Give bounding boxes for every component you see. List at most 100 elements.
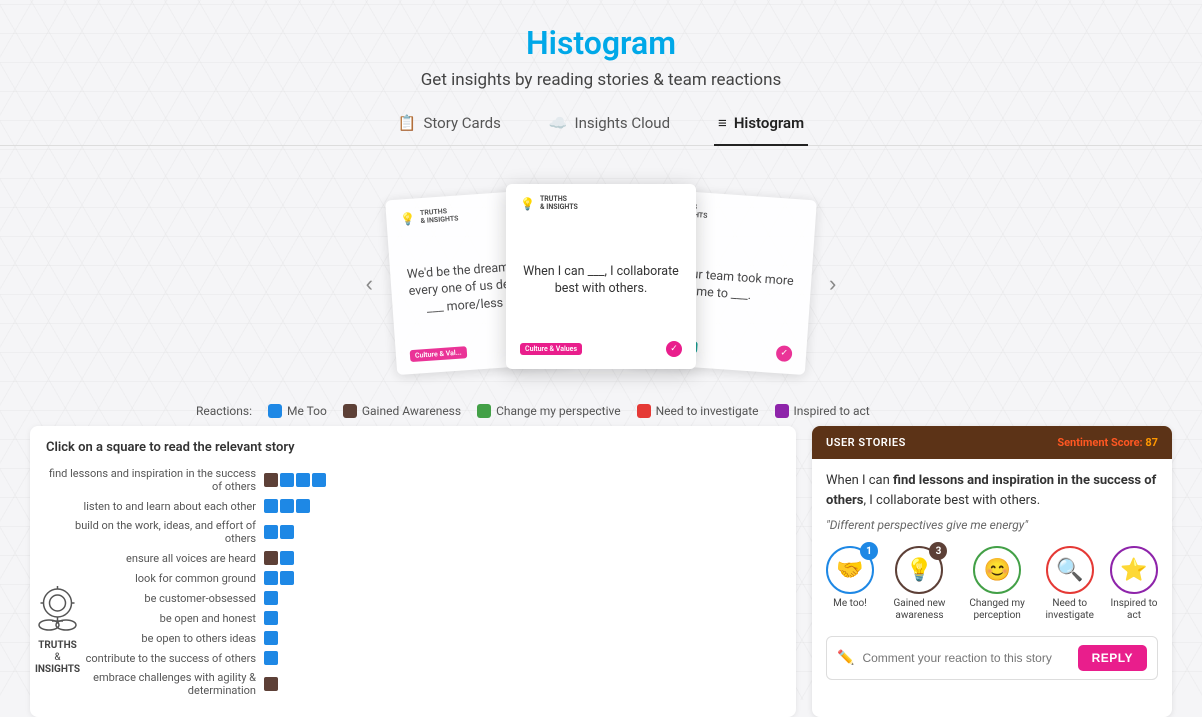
hist-square[interactable] [296,473,310,487]
hist-row-bars [264,591,278,605]
perception-icon-wrap: 😊 [973,546,1021,594]
reaction-block-perception[interactable]: 😊 Changed my perception [965,546,1030,622]
page-title: Histogram [0,24,1202,62]
hist-square[interactable] [264,611,278,625]
tab-story-cards-label: Story Cards [424,114,501,132]
hist-square[interactable] [280,499,294,513]
inspired-act-label: Inspired to act [794,404,870,418]
perception-icon-circle: 😊 [973,546,1021,594]
sentiment-score: Sentiment Score: 87 [1057,436,1158,449]
sentiment-label: Sentiment Score: [1057,436,1142,449]
comment-input[interactable] [862,651,1069,665]
reactions-label: Reactions: [196,404,252,418]
carousel-prev-button[interactable]: ‹ [348,271,391,297]
card-logo-text-center: TRUTHS& INSIGHTS [540,196,578,211]
hist-square[interactable] [264,591,278,605]
perception-reaction-label: Changed my perception [965,598,1030,622]
hist-row-bars [264,571,294,585]
reaction-need-investigate: Need to investigate [637,404,759,418]
card-header-center: 💡 TRUTHS& INSIGHTS [520,196,682,211]
gained-awareness-label: Gained Awareness [362,404,461,418]
hist-square[interactable] [264,677,278,691]
reaction-me-too: Me Too [268,404,327,418]
gained-reaction-label: Gained new awareness [888,598,951,622]
card-tag-left: Culture & Val... [410,346,467,362]
histogram-row: find lessons and inspiration in the succ… [46,467,780,493]
change-perspective-dot [477,404,491,418]
card-logo-icon-center: 💡 [520,197,535,211]
card-logo-icon-left: 💡 [400,211,416,226]
histogram-row: build on the work, ideas, and effort of … [46,519,780,545]
hist-square[interactable] [264,571,278,585]
reply-button[interactable]: REPLY [1078,645,1147,671]
inspired-reaction-label: Inspired to act [1110,598,1158,622]
tab-insights-cloud[interactable]: ☁️ Insights Cloud [545,106,674,146]
reaction-inspired-act: Inspired to act [775,404,870,418]
hist-row-label: listen to and learn about each other [46,500,256,513]
hist-row-bars [264,551,294,565]
hist-row-label: build on the work, ideas, and effort of … [46,519,256,545]
hist-row-label: ensure all voices are heard [46,552,256,565]
card-tag-center: Culture & Values [520,343,582,355]
reactions-legend: Reactions: Me Too Gained Awareness Chang… [0,404,1202,418]
reactions-icons-row: 🤝 1 Me too! 💡 3 Gained new awareness [826,546,1158,622]
hist-square[interactable] [264,651,278,665]
story-panel-title: USER STORIES [826,436,906,449]
comment-area: ✏️ REPLY [826,636,1158,680]
reaction-block-gained[interactable]: 💡 3 Gained new awareness [888,546,951,622]
histogram-row: look for common ground [46,571,780,585]
page-header: Histogram Get insights by reading storie… [0,0,1202,174]
histogram-row: listen to and learn about each other [46,499,780,513]
hist-row-bars [264,499,310,513]
hist-square[interactable] [264,473,278,487]
story-cards-icon: 📋 [398,114,417,132]
story-panel: USER STORIES Sentiment Score: 87 When I … [812,426,1172,717]
histogram-row: be open to others ideas [46,631,780,645]
me-too-dot [268,404,282,418]
hist-square[interactable] [296,499,310,513]
histogram-icon: ≡ [718,114,727,132]
card-check-icon-right: ✓ [776,345,793,362]
story-text: When I can find lessons and inspiration … [826,471,1158,510]
tabs-nav: 📋 Story Cards ☁️ Insights Cloud ≡ Histog… [0,106,1202,146]
hist-square[interactable] [312,473,326,487]
histogram-title: Click on a square to read the relevant s… [46,440,780,455]
sentiment-value: 87 [1145,436,1158,449]
tab-story-cards[interactable]: 📋 Story Cards [394,106,505,146]
need-investigate-dot [637,404,651,418]
reaction-gained-awareness: Gained Awareness [343,404,461,418]
hist-row-bars [264,677,278,691]
tab-histogram[interactable]: ≡ Histogram [714,106,808,146]
cards-container: 💡 TRUTHS& INSIGHTS We'd be the dream tea… [391,184,811,384]
me-too-reaction-label: Me too! [833,598,867,610]
hist-square[interactable] [280,551,294,565]
investigate-icon-circle: 🔍 [1046,546,1094,594]
inspired-icon-circle: ⭐ [1110,546,1158,594]
brand-logo-svg [30,581,85,636]
histogram-row: contribute to the success of others [46,651,780,665]
carousel-next-button[interactable]: › [811,271,854,297]
reaction-block-me-too[interactable]: 🤝 1 Me too! [826,546,874,622]
gained-icon-wrap: 💡 3 [895,546,943,594]
card-footer-center: Culture & Values ✓ [520,341,682,357]
hist-row-bars [264,651,278,665]
hist-square[interactable] [264,499,278,513]
hist-row-bars [264,525,294,539]
story-card-center[interactable]: 💡 TRUTHS& INSIGHTS When I can ___, I col… [506,184,696,369]
tab-insights-cloud-label: Insights Cloud [575,114,671,132]
bottom-section: Click on a square to read the relevant s… [0,426,1202,717]
hist-square[interactable] [280,473,294,487]
card-logo-text-left: TRUTHS& INSIGHTS [420,207,459,225]
hist-square[interactable] [264,551,278,565]
hist-square[interactable] [280,525,294,539]
need-investigate-label: Need to investigate [656,404,759,418]
hist-square[interactable] [264,525,278,539]
hist-square[interactable] [280,571,294,585]
reaction-block-inspired[interactable]: ⭐ Inspired to act [1110,546,1158,622]
brand-logo: TRUTHS & INSIGHTS [30,581,85,676]
histogram-panel: Click on a square to read the relevant s… [30,426,796,717]
gained-awareness-dot [343,404,357,418]
hist-square[interactable] [264,631,278,645]
reaction-block-investigate[interactable]: 🔍 Need to investigate [1043,546,1096,622]
tab-histogram-label: Histogram [734,114,804,132]
